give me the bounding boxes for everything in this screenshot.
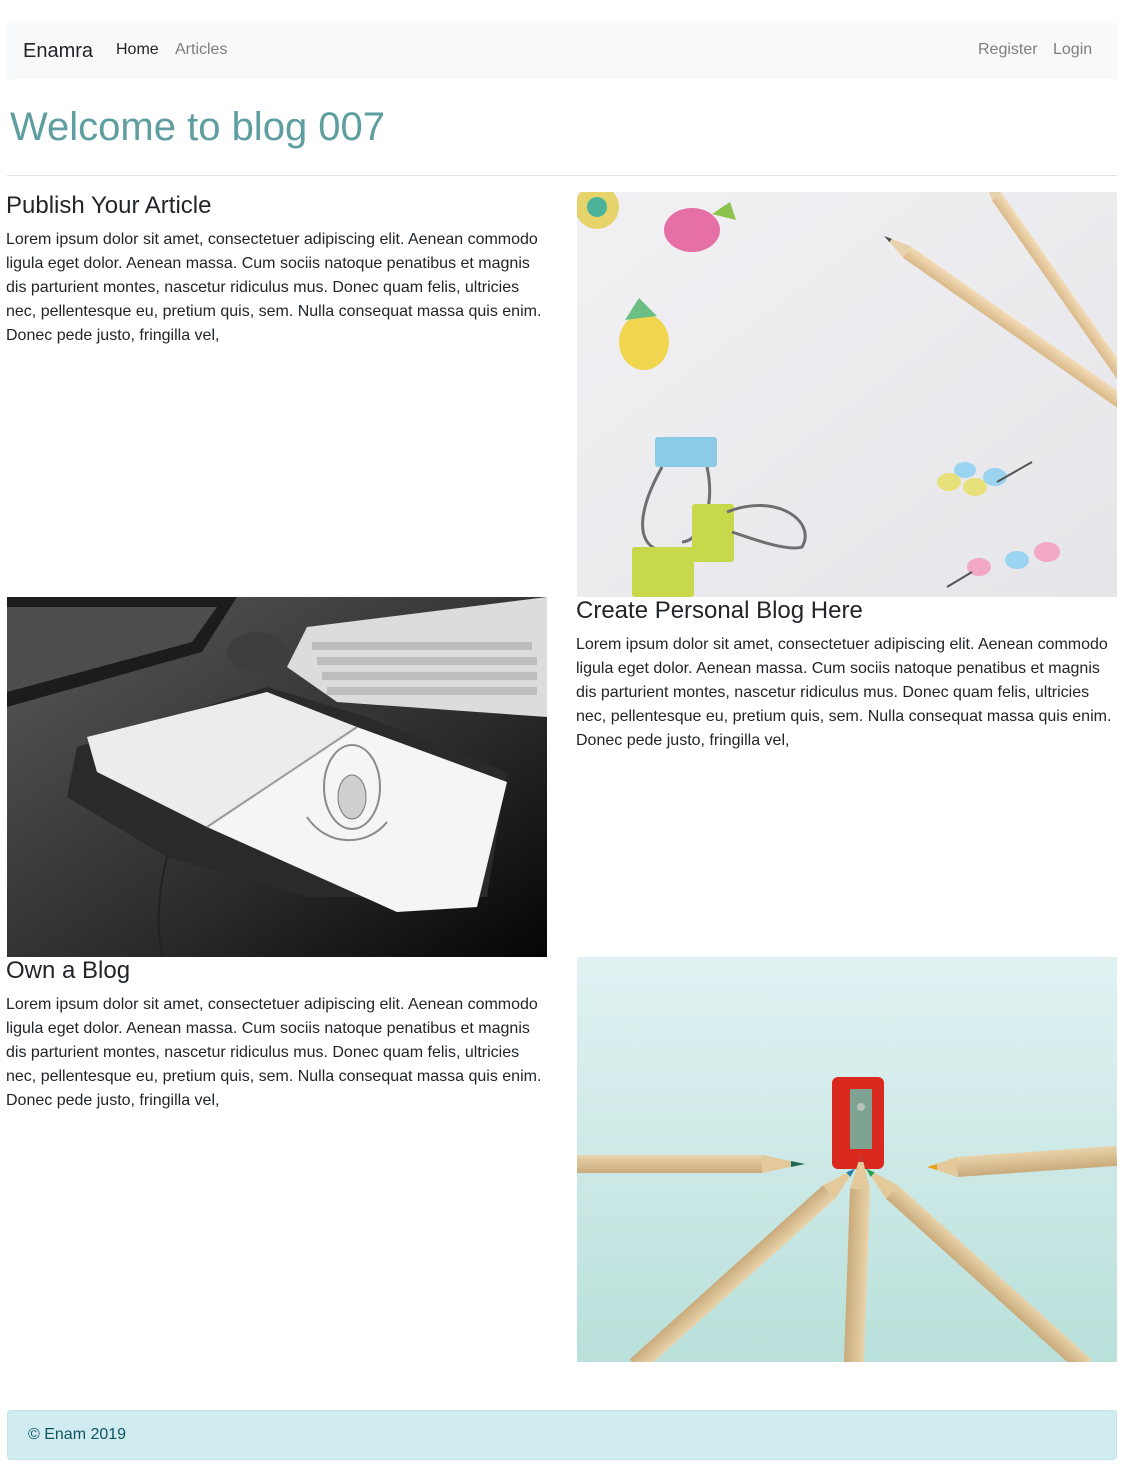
- image-colored-pencils: [577, 957, 1117, 1362]
- section-text-own: Lorem ipsum dolor sit amet, consectetuer…: [6, 996, 542, 1109]
- image-stationery: [577, 192, 1117, 597]
- section-heading-create: Create Personal Blog Here: [576, 597, 863, 624]
- section-text-publish: Lorem ipsum dolor sit amet, consectetuer…: [6, 231, 542, 344]
- nav-link-login[interactable]: Login: [1053, 40, 1092, 60]
- divider: [7, 175, 1117, 176]
- footer-copyright: © Enam 2019: [28, 1426, 127, 1443]
- section-heading-own: Own a Blog: [6, 957, 131, 984]
- section-text-create: Lorem ipsum dolor sit amet, consectetuer…: [576, 636, 1112, 749]
- image-sketchbook: [7, 597, 547, 957]
- section-heading-publish: Publish Your Article: [6, 192, 212, 219]
- nav-link-articles[interactable]: Articles: [175, 40, 227, 60]
- navbar: Enamra Home Articles Register Login: [7, 23, 1117, 79]
- brand-link[interactable]: Enamra: [23, 38, 93, 64]
- nav-link-register[interactable]: Register: [978, 40, 1038, 60]
- page-title: Welcome to blog 007: [10, 105, 386, 149]
- nav-link-home[interactable]: Home: [116, 40, 159, 60]
- footer: © Enam 2019: [7, 1410, 1117, 1460]
